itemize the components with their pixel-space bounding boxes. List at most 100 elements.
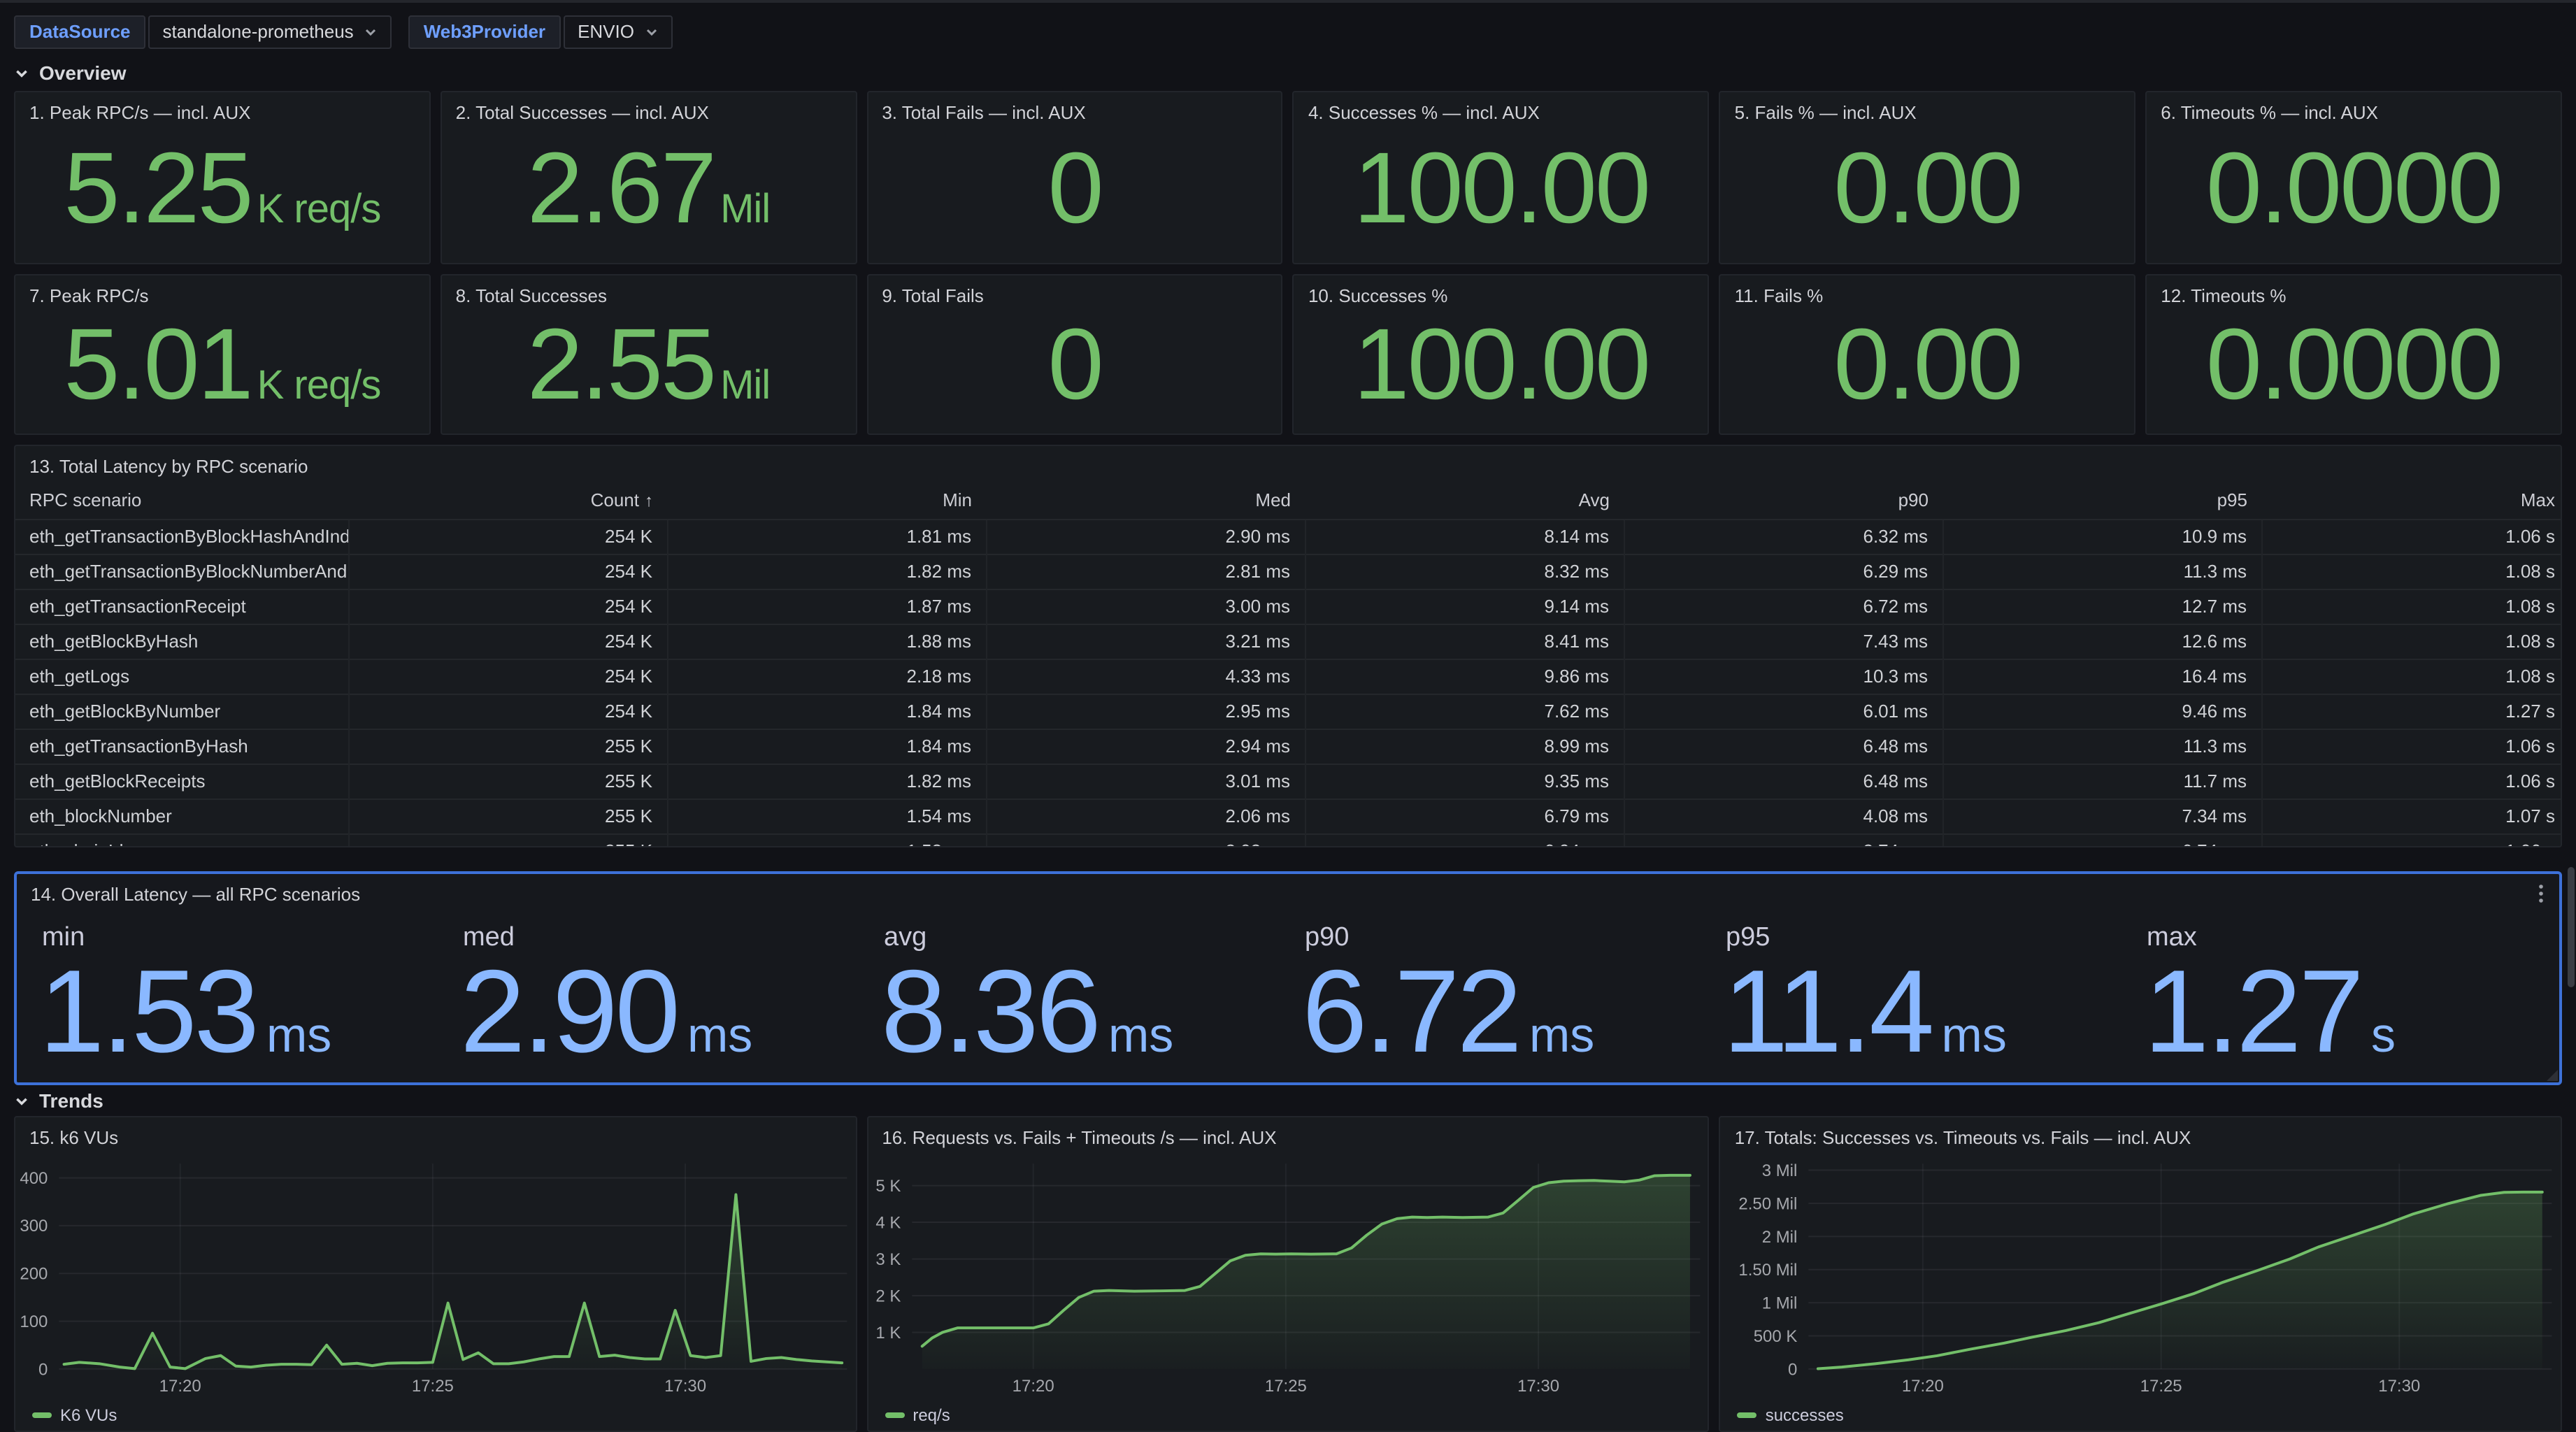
- legend-color-swatch: [885, 1412, 904, 1418]
- table-cell: 2.06 ms: [986, 799, 1305, 834]
- svg-text:100: 100: [20, 1312, 48, 1331]
- table-cell: 1.06 s: [2261, 729, 2562, 764]
- stat-value: 2.55: [527, 315, 715, 415]
- panel-title[interactable]: 16. Requests vs. Fails + Timeouts /s — i…: [868, 1117, 1708, 1150]
- table-cell: 1.08 s: [2261, 624, 2562, 659]
- table-cell: 6.79 ms: [1305, 799, 1624, 834]
- panel-title[interactable]: 14. Overall Latency — all RPC scenarios: [17, 874, 2559, 906]
- kebab-menu-icon[interactable]: [2530, 881, 2552, 906]
- table-cell: 4.33 ms: [986, 659, 1305, 694]
- stat-panel: 12. Timeouts %0.0000: [2145, 274, 2562, 435]
- table-cell: 3.01 ms: [986, 764, 1305, 799]
- latency-stat-value: 11.4: [1723, 957, 1932, 1068]
- provider-select[interactable]: ENVIO: [564, 15, 672, 49]
- table-cell: 1.88 ms: [667, 624, 986, 659]
- panel-title[interactable]: 15. k6 VUs: [15, 1117, 855, 1150]
- stat-value-area: 5.25K req/s: [15, 113, 429, 263]
- latency-stat-unit: ms: [687, 1008, 752, 1064]
- svg-text:2 Mil: 2 Mil: [1762, 1228, 1798, 1247]
- section-trends[interactable]: Trends: [14, 1089, 103, 1112]
- column-header[interactable]: p95: [1942, 482, 2261, 520]
- legend-item[interactable]: req/s: [885, 1405, 950, 1425]
- page-scrollbar[interactable]: [2568, 867, 2575, 987]
- table-cell: 9.14 ms: [1305, 589, 1624, 624]
- table-cell: 1.84 ms: [667, 729, 986, 764]
- panel-title[interactable]: 17. Totals: Successes vs. Timeouts vs. F…: [1721, 1117, 2561, 1150]
- table-cell: 6.48 ms: [1624, 764, 1942, 799]
- legend-label: req/s: [913, 1405, 950, 1425]
- panel-title[interactable]: 13. Total Latency by RPC scenario: [15, 446, 2561, 478]
- latency-stat-value: 6.72: [1302, 957, 1519, 1068]
- table-cell: 1.82 ms: [667, 764, 986, 799]
- svg-text:400: 400: [20, 1169, 48, 1188]
- table-cell: 6.01 ms: [1624, 694, 1942, 729]
- chart-canvas[interactable]: 1 K2 K3 K4 K5 K17:2017:2517:30: [868, 1152, 1708, 1400]
- svg-text:3 K: 3 K: [875, 1250, 901, 1269]
- table-cell: 254 K: [348, 659, 667, 694]
- stat-unit: K req/s: [257, 364, 381, 410]
- stat-row-plain: 7. Peak RPC/s5.01K req/s8. Total Success…: [14, 274, 2562, 435]
- svg-text:300: 300: [20, 1217, 48, 1236]
- chart-canvas[interactable]: 0500 K1 Mil1.50 Mil2 Mil2.50 Mil3 Mil17:…: [1721, 1152, 2561, 1400]
- svg-text:17:25: 17:25: [2140, 1377, 2182, 1396]
- datasource-select[interactable]: standalone-prometheus: [149, 15, 392, 49]
- stat-value: 0.0000: [2206, 315, 2501, 415]
- table-cell: eth_getTransactionReceipt: [15, 589, 348, 624]
- table-cell: eth_chainId: [15, 834, 348, 847]
- table-cell: 1.84 ms: [667, 694, 986, 729]
- variable-provider: Web3Provider ENVIO: [408, 15, 672, 49]
- panel-resize-handle[interactable]: [2547, 1070, 2558, 1081]
- table-cell: 1.27 s: [2261, 694, 2562, 729]
- chart-legend: K6 VUs: [15, 1400, 855, 1431]
- table-cell: 6.32 ms: [1624, 520, 1942, 554]
- svg-text:3 Mil: 3 Mil: [1762, 1161, 1798, 1180]
- table-cell: 3.21 ms: [986, 624, 1305, 659]
- table-cell: 2.02 ms: [986, 834, 1305, 847]
- stat-value: 0.00: [1833, 315, 2021, 415]
- stat-panel: 1. Peak RPC/s — incl. AUX5.25K req/s: [14, 91, 431, 264]
- chart-panel-totals: 17. Totals: Successes vs. Timeouts vs. F…: [1719, 1116, 2562, 1432]
- chart-canvas[interactable]: 010020030040017:2017:2517:30: [15, 1152, 855, 1400]
- table-cell: 9.46 ms: [1942, 694, 2261, 729]
- latency-stat-unit: ms: [266, 1008, 331, 1064]
- column-header[interactable]: Count↑: [348, 482, 667, 520]
- table-row: eth_getBlockByNumber254 K1.84 ms2.95 ms7…: [15, 694, 2562, 729]
- table-row: eth_getTransactionByHash255 K1.84 ms2.94…: [15, 729, 2562, 764]
- stat-panel: 11. Fails %0.00: [1719, 274, 2136, 435]
- stat-value: 5.25: [64, 138, 251, 238]
- table-cell: 12.7 ms: [1942, 589, 2261, 624]
- stat-unit: Mil: [720, 187, 770, 233]
- chart-legend: successes: [1721, 1400, 2561, 1431]
- stat-panel: 3. Total Fails — incl. AUX0: [866, 91, 1283, 264]
- stat-value-area: 2.67Mil: [442, 113, 856, 263]
- table-cell: 6.74 ms: [1942, 834, 2261, 847]
- stat-panel: 7. Peak RPC/s5.01K req/s: [14, 274, 431, 435]
- latency-stat-unit: ms: [1108, 1008, 1173, 1064]
- column-header[interactable]: RPC scenario: [15, 482, 348, 520]
- column-header[interactable]: Min: [667, 482, 986, 520]
- table-cell: 1.06 s: [2261, 520, 2562, 554]
- stat-value-area: 5.01K req/s: [15, 296, 429, 434]
- latency-stat-unit: s: [2371, 1008, 2396, 1064]
- table-cell: 8.32 ms: [1305, 554, 1624, 589]
- stat-value: 100.00: [1354, 315, 1649, 415]
- table-cell: 1.08 s: [2261, 554, 2562, 589]
- table-row: eth_blockNumber255 K1.54 ms2.06 ms6.79 m…: [15, 799, 2562, 834]
- svg-text:4 K: 4 K: [875, 1213, 901, 1232]
- svg-text:17:30: 17:30: [2379, 1377, 2421, 1396]
- section-overview[interactable]: Overview: [14, 62, 127, 84]
- legend-item[interactable]: successes: [1738, 1405, 1844, 1425]
- table-cell: 7.43 ms: [1624, 624, 1942, 659]
- stat-panel: 9. Total Fails0: [866, 274, 1283, 435]
- stat-unit: Mil: [720, 364, 770, 410]
- column-header[interactable]: p90: [1624, 482, 1942, 520]
- svg-text:17:30: 17:30: [664, 1377, 706, 1396]
- column-header[interactable]: Max: [2261, 482, 2562, 520]
- stat-panel: 2. Total Successes — incl. AUX2.67Mil: [441, 91, 857, 264]
- svg-text:0: 0: [38, 1360, 48, 1379]
- column-header[interactable]: Med: [986, 482, 1305, 520]
- svg-text:17:30: 17:30: [1517, 1377, 1559, 1396]
- datasource-label: DataSource: [14, 15, 146, 49]
- legend-item[interactable]: K6 VUs: [32, 1405, 117, 1425]
- column-header[interactable]: Avg: [1305, 482, 1624, 520]
